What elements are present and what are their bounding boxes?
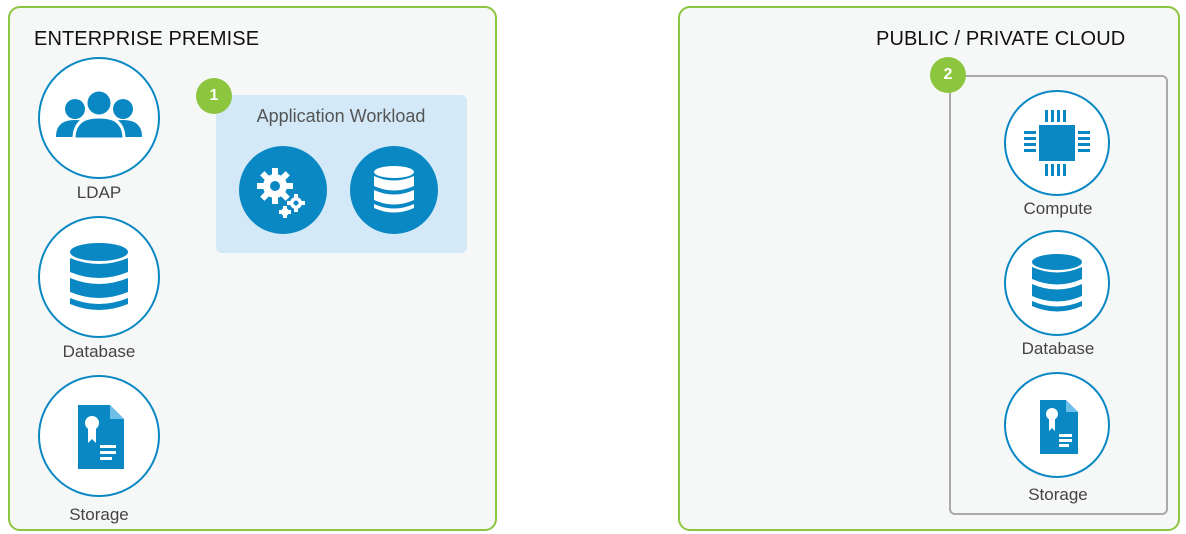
cloud-storage-label: Storage	[1028, 485, 1088, 504]
cpu-chip-icon	[1024, 110, 1090, 176]
database-icon	[70, 243, 128, 310]
cloud-panel-title: PUBLIC / PRIVATE CLOUD	[876, 28, 1126, 50]
certificate-document-icon	[1040, 400, 1078, 454]
gears-node[interactable]	[239, 146, 327, 234]
database-icon	[1032, 254, 1082, 312]
compute-node[interactable]	[1004, 90, 1110, 196]
ldap-node[interactable]	[38, 57, 160, 179]
users-icon	[56, 88, 142, 141]
cloud-database-label: Database	[1021, 339, 1095, 358]
cloud-database-node[interactable]	[1004, 230, 1110, 336]
cloud-storage-node[interactable]	[1004, 372, 1110, 478]
badge-1: 1	[196, 78, 232, 114]
storage-node[interactable]	[38, 375, 160, 497]
storage-label: Storage	[69, 505, 129, 524]
certificate-document-icon	[78, 405, 124, 469]
compute-label: Compute	[1023, 199, 1093, 218]
gears-icon	[257, 168, 305, 218]
enterprise-premise-title: ENTERPRISE PREMISE	[34, 28, 260, 50]
workload-database-node[interactable]	[350, 146, 438, 234]
database-icon	[374, 166, 414, 213]
badge-2: 2	[930, 57, 966, 93]
database-node[interactable]	[38, 216, 160, 338]
database-label: Database	[62, 342, 136, 361]
ldap-label: LDAP	[76, 183, 122, 202]
application-workload-title: Application Workload	[256, 106, 426, 126]
